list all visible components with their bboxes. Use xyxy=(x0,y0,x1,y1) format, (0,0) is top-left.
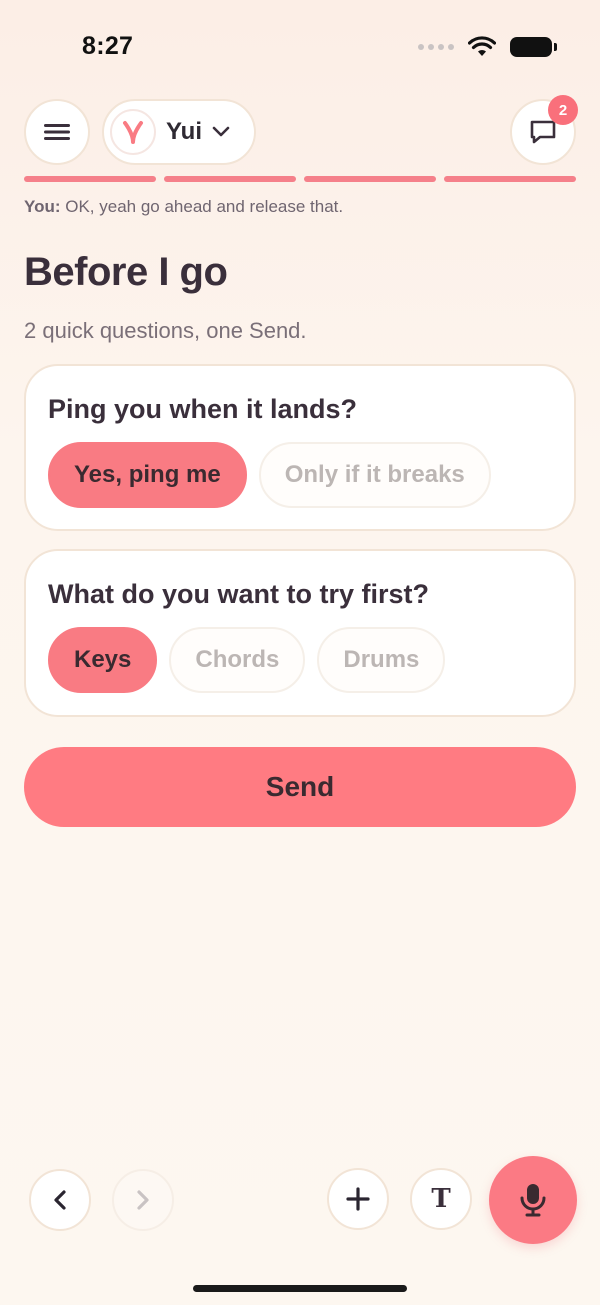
add-button[interactable] xyxy=(327,1168,389,1230)
question-card: Ping you when it lands? Yes, ping me Onl… xyxy=(24,364,576,531)
notification-badge: 2 xyxy=(548,95,578,125)
chevron-down-icon xyxy=(212,126,230,137)
signal-dots-icon xyxy=(418,44,454,50)
back-button[interactable] xyxy=(29,1169,91,1231)
progress-segment xyxy=(444,176,576,182)
persona-selector[interactable]: Yui xyxy=(102,99,256,165)
progress-bar xyxy=(24,176,576,182)
status-bar: 8:27 xyxy=(0,0,600,90)
chevron-right-icon xyxy=(137,1190,149,1210)
question-text: What do you want to try first? xyxy=(48,579,429,609)
option-group: Yes, ping me Only if it breaks xyxy=(48,442,491,508)
option-only-if-it-breaks[interactable]: Only if it breaks xyxy=(258,442,491,508)
forward-button[interactable] xyxy=(112,1169,174,1231)
chat-button[interactable]: 2 xyxy=(510,95,578,165)
progress-segment xyxy=(164,176,296,182)
option-chords[interactable]: Chords xyxy=(169,627,306,693)
plus-icon xyxy=(346,1187,370,1211)
progress-segment xyxy=(304,176,436,182)
persona-name: Yui xyxy=(166,118,203,145)
menu-button[interactable] xyxy=(24,99,90,165)
option-group: Keys Chords Drums xyxy=(48,627,446,693)
question-card: What do you want to try first? Keys Chor… xyxy=(24,549,576,717)
wifi-icon xyxy=(468,36,496,56)
page-title: Before I go xyxy=(24,250,228,294)
status-time: 8:27 xyxy=(82,32,134,60)
option-drums[interactable]: Drums xyxy=(317,627,446,693)
chevron-left-icon xyxy=(54,1190,66,1210)
microphone-icon xyxy=(520,1184,546,1217)
you-text: OK, yeah go ahead and release that. xyxy=(60,197,344,216)
y-logo-icon xyxy=(123,121,143,144)
hamburger-menu-icon xyxy=(44,124,70,140)
you-label: You: xyxy=(24,197,61,216)
question-text: Ping you when it lands? xyxy=(48,394,358,424)
microphone-button[interactable] xyxy=(489,1156,577,1244)
last-message: You: OK, yeah go ahead and release that. xyxy=(24,197,343,217)
home-indicator xyxy=(193,1285,407,1292)
option-keys[interactable]: Keys xyxy=(48,627,158,693)
send-button[interactable]: Send xyxy=(24,747,576,827)
option-yes-ping-me[interactable]: Yes, ping me xyxy=(48,442,247,508)
avatar xyxy=(110,109,156,155)
page-subtitle: 2 quick questions, one Send. xyxy=(24,318,307,343)
progress-segment xyxy=(24,176,156,182)
battery-icon xyxy=(510,37,557,57)
text-input-button[interactable]: T xyxy=(410,1168,472,1230)
status-icons xyxy=(418,36,557,58)
